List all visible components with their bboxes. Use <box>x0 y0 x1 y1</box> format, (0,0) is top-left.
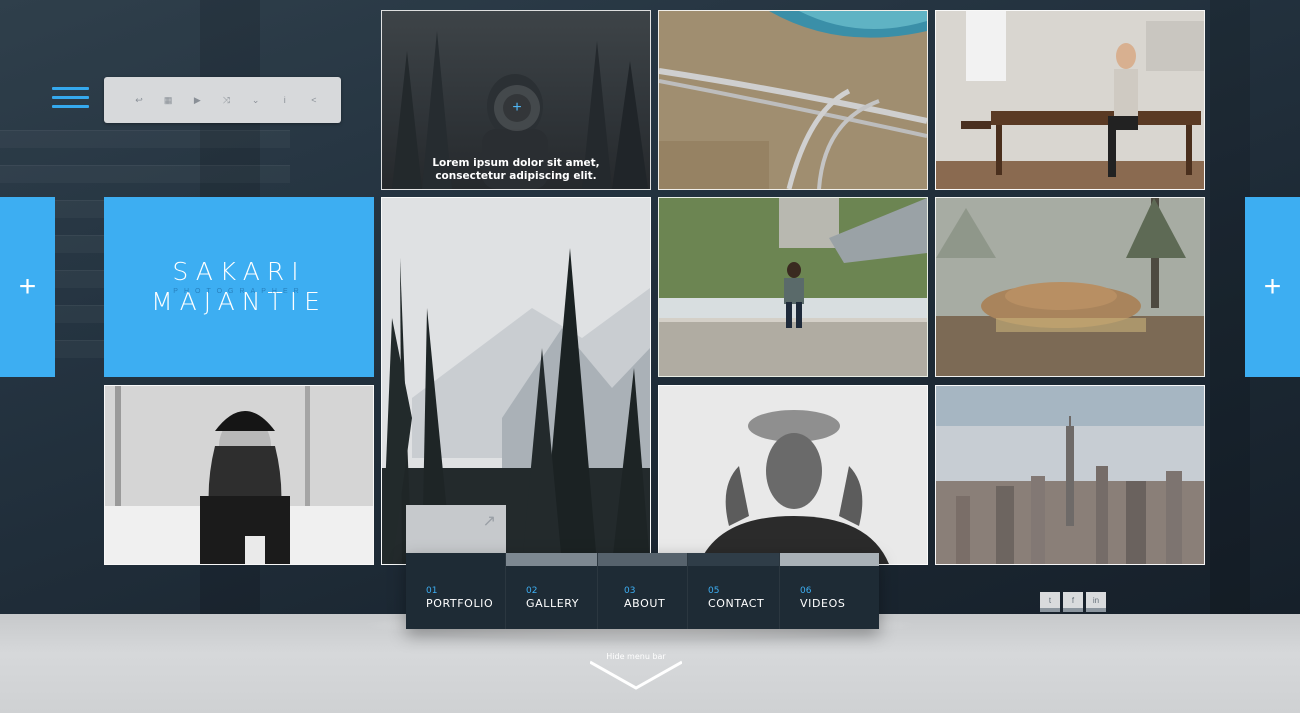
nav-item-about[interactable]: 03 ABOUT <box>598 553 688 629</box>
nav-item-label: VIDEOS <box>800 597 846 610</box>
nav-item-number: 06 <box>800 586 812 596</box>
hamburger-menu-icon[interactable] <box>52 87 89 113</box>
nav-item-label: ABOUT <box>624 597 666 610</box>
gallery-tile-logs[interactable] <box>935 197 1205 377</box>
info-icon[interactable]: i <box>278 93 292 107</box>
nav-item-gallery[interactable]: 02 GALLERY <box>506 553 598 629</box>
prev-add-button[interactable]: + <box>0 197 55 377</box>
chevron-down-icon <box>590 660 682 690</box>
toolbar: ↩ ▦ ▶ ⤨ ⌄ i < <box>104 77 341 123</box>
river-photo <box>659 198 927 376</box>
hide-menu-button[interactable]: Hide menu bar <box>590 650 682 692</box>
brand-tagline: PHOTOGRAPHER <box>173 288 305 295</box>
gallery-tile-highway[interactable] <box>658 10 928 190</box>
nav-item-number: 05 <box>708 586 720 596</box>
gallery-tile-portrait[interactable] <box>658 385 928 565</box>
beanie-photo <box>105 386 373 564</box>
plus-icon: + <box>503 94 531 122</box>
brand-tile: SAKARI MAJANTIE PHOTOGRAPHER <box>104 197 374 377</box>
nav-item-label: PORTFOLIO <box>426 597 494 610</box>
share-icon[interactable]: < <box>307 93 321 107</box>
add-button[interactable]: + <box>494 85 540 131</box>
gallery-tile-featured[interactable]: + Lorem ipsum dolor sit amet, consectetu… <box>381 10 651 190</box>
nav-item-number: 01 <box>426 586 438 596</box>
gallery-tile-woman-room[interactable] <box>935 10 1205 190</box>
caption-line-1: Lorem ipsum dolor sit amet, <box>432 157 600 169</box>
caption-line-2: consectetur adipiscing elit. <box>435 170 597 182</box>
highway-photo <box>659 11 927 189</box>
main-navigation: 01 PORTFOLIO 02 GALLERY 03 ABOUT 05 CONT… <box>406 553 879 629</box>
nav-item-number: 02 <box>526 586 538 596</box>
back-icon[interactable]: ↩ <box>132 93 146 107</box>
gallery-tile-river[interactable] <box>658 197 928 377</box>
grid-icon[interactable]: ▦ <box>161 93 175 107</box>
gallery-tile-city[interactable] <box>935 385 1205 565</box>
nav-item-label: CONTACT <box>708 597 765 610</box>
plus-icon: + <box>18 270 37 303</box>
facebook-icon[interactable]: f <box>1063 592 1083 612</box>
nav-item-number: 03 <box>624 586 636 596</box>
nav-item-portfolio[interactable]: 01 PORTFOLIO <box>406 553 506 629</box>
nav-item-videos[interactable]: 06 VIDEOS <box>780 553 879 629</box>
plus-icon: + <box>1263 270 1282 303</box>
brand-name-line1: SAKARI <box>172 257 306 286</box>
twitter-icon[interactable]: t <box>1040 592 1060 612</box>
chevrons-down-icon[interactable]: ⌄ <box>249 93 263 107</box>
gallery-tile-beanie[interactable] <box>104 385 374 565</box>
shuffle-icon[interactable]: ⤨ <box>219 93 233 107</box>
next-add-button[interactable]: + <box>1245 197 1300 377</box>
portrait-photo <box>659 386 927 564</box>
room-photo <box>936 11 1204 189</box>
nav-item-label: GALLERY <box>526 597 580 610</box>
city-photo <box>936 386 1204 564</box>
tile-caption: Lorem ipsum dolor sit amet, consectetur … <box>382 157 650 183</box>
expand-arrow-icon: ↗ <box>482 513 496 530</box>
nav-item-contact[interactable]: 05 CONTACT <box>688 553 780 629</box>
linkedin-icon[interactable]: in <box>1086 592 1106 612</box>
play-icon[interactable]: ▶ <box>190 93 204 107</box>
logs-photo <box>936 198 1204 376</box>
